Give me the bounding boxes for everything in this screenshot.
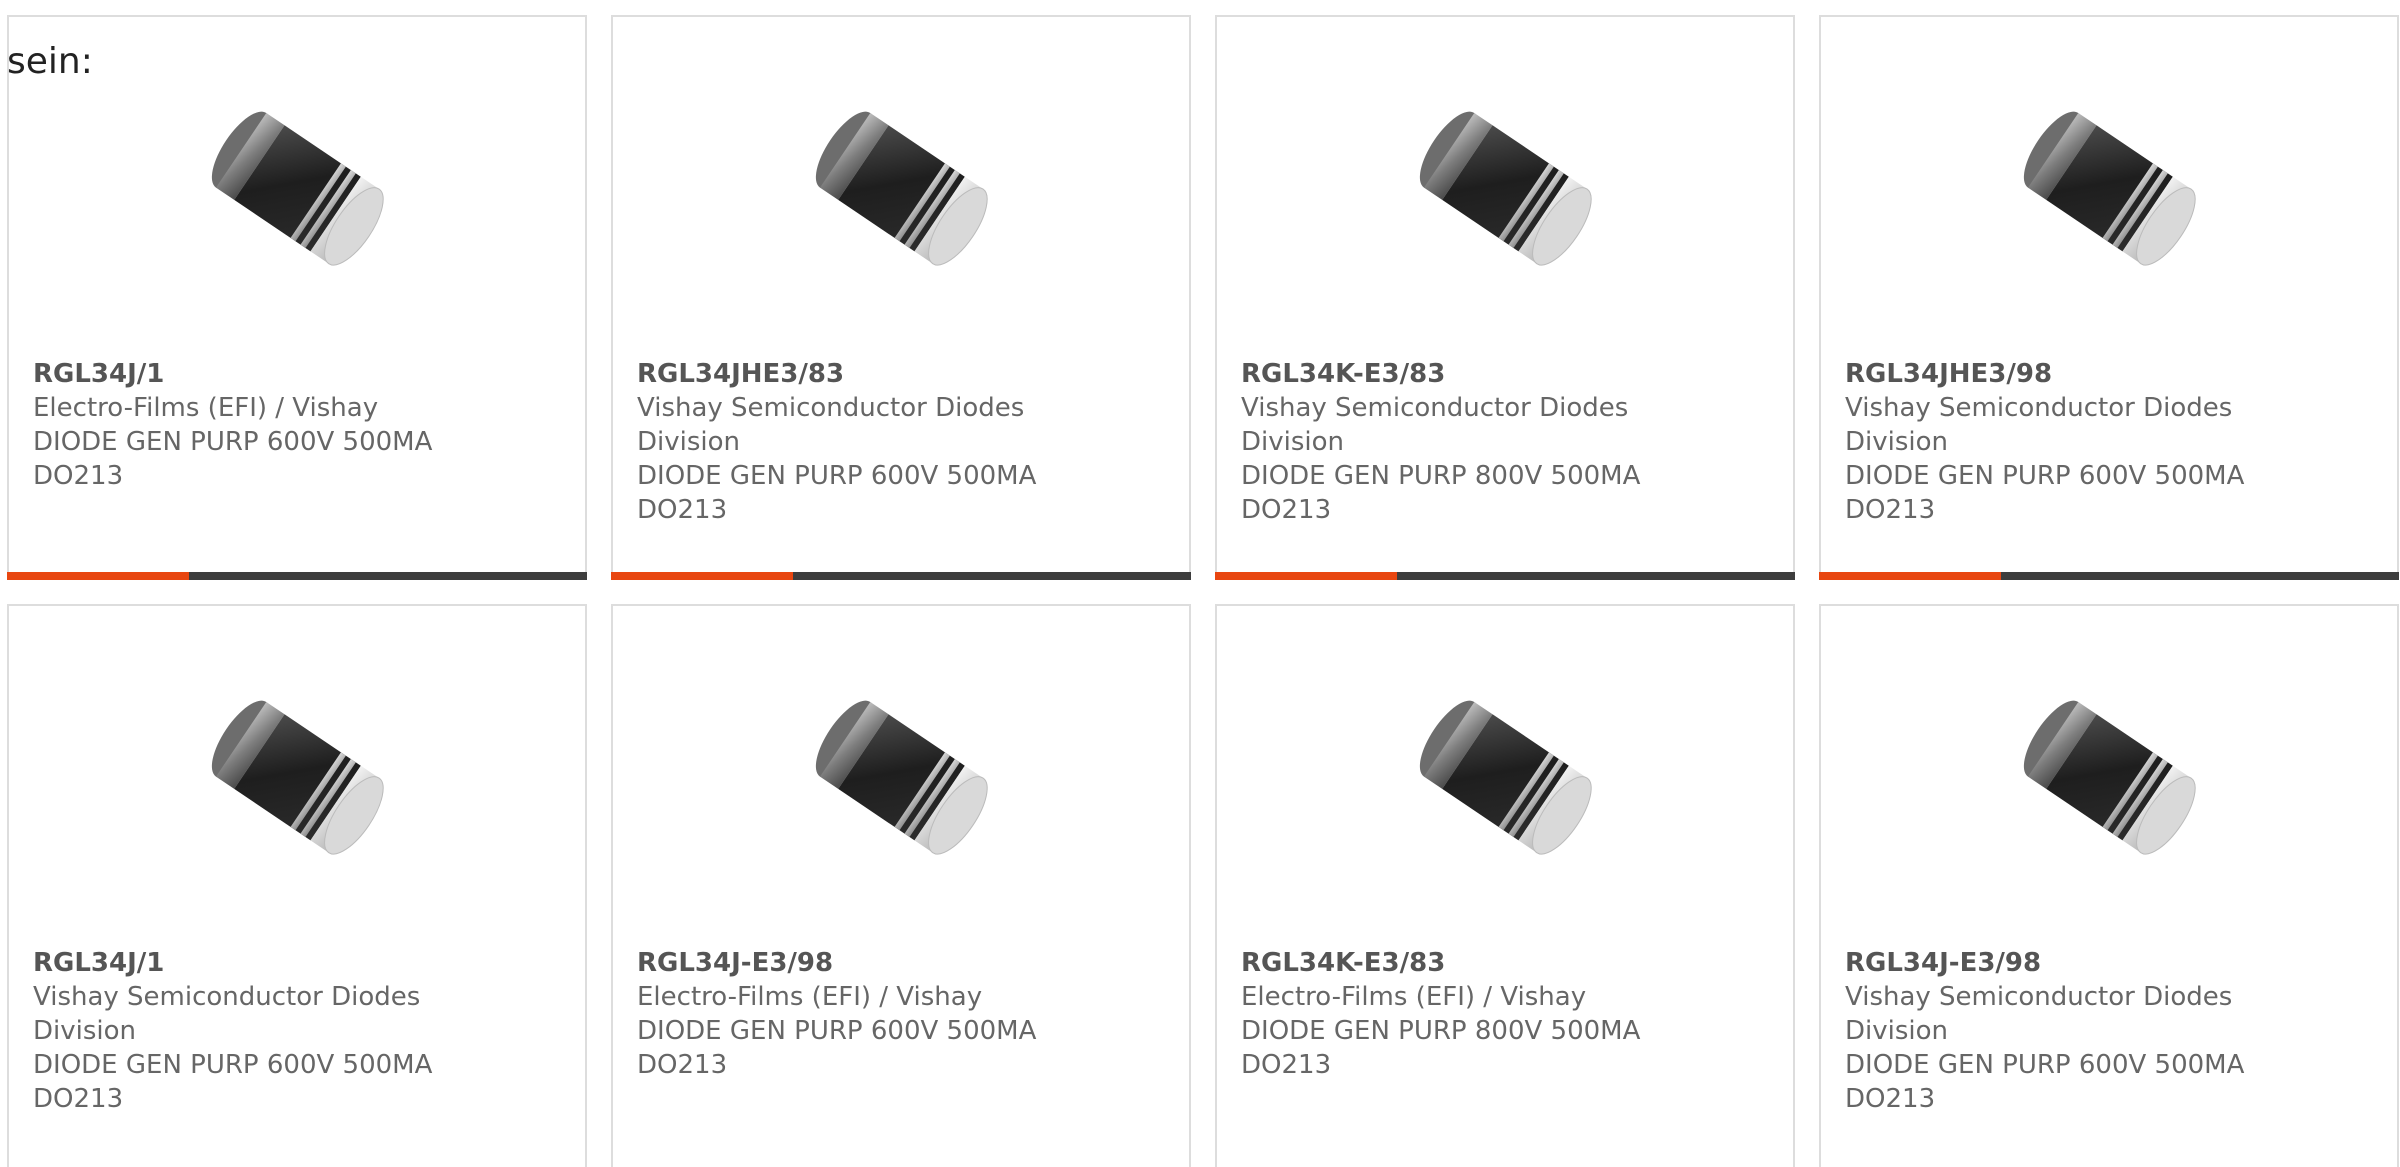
product-part-number[interactable]: RGL34J/1 bbox=[33, 946, 463, 980]
product-description: DIODE GEN PURP 800V 500MA DO213 bbox=[1241, 461, 1641, 525]
product-description: DIODE GEN PURP 600V 500MA DO213 bbox=[637, 461, 1037, 525]
product-meta: RGL34K-E3/83 Vishay Semiconductor Diodes… bbox=[1241, 357, 1671, 527]
diode-icon bbox=[211, 111, 384, 266]
diode-icon bbox=[815, 111, 988, 266]
product-meta: RGL34K-E3/83 Electro-Films (EFI) / Visha… bbox=[1241, 946, 1671, 1082]
product-grid-page: sein: RGL34J/1 Electro-Films (EFI) / Vis… bbox=[0, 0, 2400, 1167]
product-description: DIODE GEN PURP 600V 500MA DO213 bbox=[637, 1016, 1037, 1080]
product-part-number[interactable]: RGL34J-E3/98 bbox=[637, 946, 1067, 980]
diode-icon bbox=[1419, 111, 1592, 266]
product-card[interactable]: RGL34J-E3/98 Vishay Semiconductor Diodes… bbox=[1819, 604, 2399, 1167]
diode-icon bbox=[1419, 700, 1592, 855]
card-underline-accent bbox=[1819, 572, 2001, 580]
product-manufacturer: Vishay Semiconductor Diodes Division bbox=[1845, 982, 2233, 1046]
diode-icon bbox=[815, 700, 988, 855]
product-part-number[interactable]: RGL34J-E3/98 bbox=[1845, 946, 2275, 980]
product-manufacturer: Electro-Films (EFI) / Vishay bbox=[637, 982, 983, 1012]
card-underline-accent bbox=[1215, 572, 1397, 580]
product-meta: RGL34J/1 Electro-Films (EFI) / Vishay DI… bbox=[33, 357, 463, 493]
product-description: DIODE GEN PURP 600V 500MA DO213 bbox=[1845, 461, 2245, 525]
product-manufacturer: Vishay Semiconductor Diodes Division bbox=[33, 982, 421, 1046]
product-manufacturer: Electro-Films (EFI) / Vishay bbox=[1241, 982, 1587, 1012]
product-card[interactable]: RGL34K-E3/83 Electro-Films (EFI) / Visha… bbox=[1215, 604, 1795, 1167]
card-underline bbox=[611, 572, 1191, 580]
product-description: DIODE GEN PURP 600V 500MA DO213 bbox=[33, 427, 433, 491]
product-card[interactable]: RGL34K-E3/83 Vishay Semiconductor Diodes… bbox=[1215, 15, 1795, 580]
product-manufacturer: Vishay Semiconductor Diodes Division bbox=[637, 393, 1025, 457]
diode-icon bbox=[211, 700, 384, 855]
product-part-number[interactable]: RGL34JHE3/98 bbox=[1845, 357, 2275, 391]
product-card[interactable]: RGL34J/1 Electro-Films (EFI) / Vishay DI… bbox=[7, 15, 587, 580]
diode-icon bbox=[2023, 700, 2196, 855]
card-underline-accent bbox=[7, 572, 189, 580]
product-part-number[interactable]: RGL34J/1 bbox=[33, 357, 463, 391]
product-part-number[interactable]: RGL34JHE3/83 bbox=[637, 357, 1067, 391]
card-underline bbox=[1215, 572, 1795, 580]
product-meta: RGL34J-E3/98 Vishay Semiconductor Diodes… bbox=[1845, 946, 2275, 1116]
card-underline-accent bbox=[611, 572, 793, 580]
product-card[interactable]: RGL34JHE3/98 Vishay Semiconductor Diodes… bbox=[1819, 15, 2399, 580]
intro-text: sein: bbox=[7, 41, 93, 82]
product-manufacturer: Vishay Semiconductor Diodes Division bbox=[1845, 393, 2233, 457]
product-card[interactable]: RGL34JHE3/83 Vishay Semiconductor Diodes… bbox=[611, 15, 1191, 580]
product-meta: RGL34J/1 Vishay Semiconductor Diodes Div… bbox=[33, 946, 463, 1116]
diode-icon bbox=[2023, 111, 2196, 266]
product-description: DIODE GEN PURP 800V 500MA DO213 bbox=[1241, 1016, 1641, 1080]
product-grid: RGL34J/1 Electro-Films (EFI) / Vishay DI… bbox=[7, 15, 2400, 1167]
product-card[interactable]: RGL34J-E3/98 Electro-Films (EFI) / Visha… bbox=[611, 604, 1191, 1167]
product-description: DIODE GEN PURP 600V 500MA DO213 bbox=[33, 1050, 433, 1114]
product-description: DIODE GEN PURP 600V 500MA DO213 bbox=[1845, 1050, 2245, 1114]
product-meta: RGL34JHE3/98 Vishay Semiconductor Diodes… bbox=[1845, 357, 2275, 527]
product-meta: RGL34J-E3/98 Electro-Films (EFI) / Visha… bbox=[637, 946, 1067, 1082]
product-meta: RGL34JHE3/83 Vishay Semiconductor Diodes… bbox=[637, 357, 1067, 527]
card-underline bbox=[7, 572, 587, 580]
product-manufacturer: Vishay Semiconductor Diodes Division bbox=[1241, 393, 1629, 457]
product-manufacturer: Electro-Films (EFI) / Vishay bbox=[33, 393, 379, 423]
product-card[interactable]: RGL34J/1 Vishay Semiconductor Diodes Div… bbox=[7, 604, 587, 1167]
product-part-number[interactable]: RGL34K-E3/83 bbox=[1241, 946, 1671, 980]
card-underline bbox=[1819, 572, 2399, 580]
product-part-number[interactable]: RGL34K-E3/83 bbox=[1241, 357, 1671, 391]
